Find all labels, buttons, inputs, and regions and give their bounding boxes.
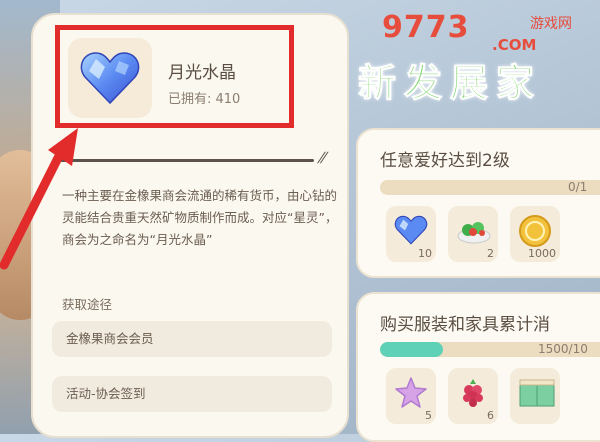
source-item-checkin[interactable]: 活动-协会签到 [52,376,332,412]
gold-coin-icon [519,215,551,247]
divider-ornament: // [316,150,328,166]
item-name: 月光水晶 [168,63,236,83]
reward-slot[interactable]: 10 [386,206,436,262]
task-card: 任意爱好达到2级 0/1 10 2 1000 [356,128,600,278]
reward-slot[interactable]: 2 [448,206,498,262]
reward-count: 2 [487,247,494,260]
progress-text: 1500/10 [538,342,588,356]
reward-count: 5 [425,409,432,422]
blue-heart-crystal-icon [80,52,140,105]
item-owned-count: 已拥有: 410 [168,92,241,107]
reward-count: 10 [418,247,432,260]
item-description: 一种主要在金橡果商会流通的稀有货币，由心钻的灵能结合贵重天然矿物质制作而成。对应… [62,188,338,247]
progress-fill [380,342,443,357]
reward-slot[interactable]: 5 [386,368,436,424]
reward-slot[interactable]: 1000 [510,206,560,262]
reward-count: 1000 [528,247,556,260]
salad-dish-icon [457,222,491,244]
red-arrow-annotation [0,128,78,270]
item-icon-frame [68,38,152,118]
task-title: 任意爱好达到2级 [380,151,510,171]
watermark-number: 9773 [382,10,470,45]
reward-slot[interactable]: 6 [448,368,498,424]
source-title: 获取途径 [62,297,113,312]
raspberry-icon [463,379,483,407]
progress-text: 0/1 [568,180,588,194]
item-header-highlight: 月光水晶 已拥有: 410 [55,25,294,128]
pink-star-icon [395,377,427,408]
task-progress-bar [380,180,600,195]
task-title: 购买服装和家具累计消 [380,315,550,335]
site-watermark: 9773 游戏网 .COM [382,10,572,54]
blue-heart-crystal-icon [394,215,428,245]
source-item-member[interactable]: 金橡果商会会员 [52,321,332,357]
watermark-sub: 游戏网 [530,16,572,32]
banner-title: 新发展家 [357,61,543,106]
task-card: 购买服装和家具累计消 1500/10 5 6 [356,292,600,442]
reward-slot[interactable] [510,368,560,424]
divider [58,159,314,162]
cabinet-furniture-icon [519,379,555,407]
reward-count: 6 [487,409,494,422]
